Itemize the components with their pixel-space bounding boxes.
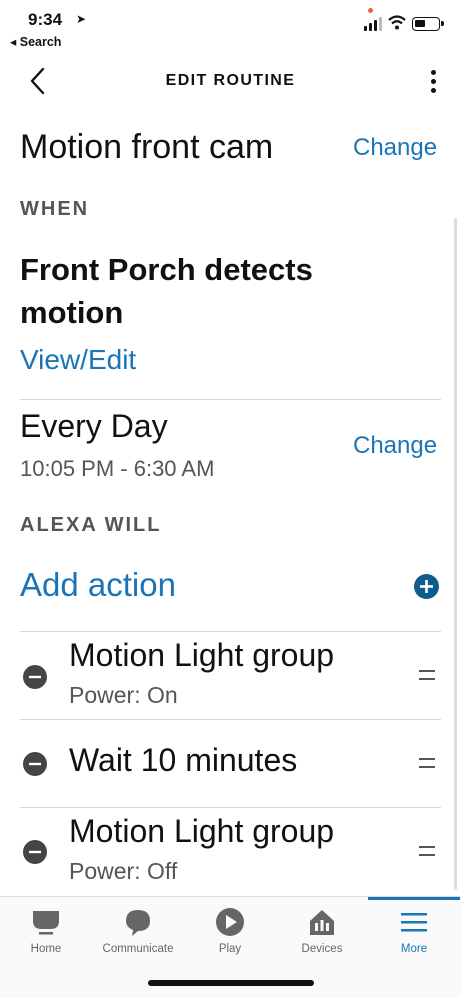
status-bar: 9:34 ➤ ◂ Search [0, 0, 461, 56]
schedule-time-range: 10:05 PM - 6:30 AM [20, 456, 215, 481]
menu-icon [401, 913, 427, 932]
battery-icon [412, 17, 444, 31]
camera-indicator-icon [368, 8, 373, 13]
divider [20, 631, 441, 632]
chat-bubble-icon [126, 910, 150, 936]
tab-communicate[interactable]: Communicate [92, 897, 184, 967]
scrollbar[interactable] [454, 218, 457, 890]
routine-name: Motion front cam [20, 128, 274, 166]
action-subtitle: Power: Off [69, 858, 178, 884]
cellular-signal-icon [364, 17, 382, 31]
schedule-label: Every Day [20, 408, 168, 444]
active-tab-indicator [368, 897, 460, 900]
view-edit-trigger-link[interactable]: View/Edit [20, 344, 136, 376]
tab-label: More [400, 943, 428, 955]
action-title: Wait 10 minutes [69, 742, 298, 778]
play-icon [216, 908, 244, 936]
tab-label: Devices [301, 943, 343, 955]
home-indicator[interactable] [148, 980, 314, 986]
status-time: 9:34 [28, 10, 63, 29]
devices-icon [310, 910, 334, 935]
back-to-app-link[interactable]: ◂ Search [10, 34, 61, 49]
location-arrow-icon: ➤ [76, 12, 87, 26]
remove-circle-icon[interactable] [23, 752, 47, 776]
change-schedule-button[interactable]: Change [353, 432, 437, 460]
tab-label: Communicate [102, 943, 174, 955]
drag-handle-icon[interactable] [419, 670, 435, 682]
remove-circle-icon[interactable] [23, 840, 47, 864]
when-heading: WHEN [20, 198, 90, 220]
home-icon [33, 911, 59, 935]
tab-label: Play [218, 943, 242, 955]
wifi-icon [388, 15, 406, 30]
tab-home[interactable]: Home [0, 897, 92, 967]
change-name-button[interactable]: Change [353, 134, 437, 162]
action-title: Motion Light group [69, 637, 335, 673]
trigger-description: Front Porch detects motion [20, 252, 313, 330]
alexa-will-heading: ALEXA WILL [20, 514, 162, 536]
divider [20, 719, 441, 720]
tab-more[interactable]: More [368, 897, 460, 967]
tab-devices[interactable]: Devices [276, 897, 368, 967]
action-subtitle: Power: On [69, 682, 178, 708]
divider [20, 399, 441, 400]
remove-circle-icon[interactable] [23, 665, 47, 689]
action-title: Motion Light group [69, 813, 335, 849]
page-title: EDIT ROUTINE [165, 72, 296, 89]
add-circle-icon[interactable] [414, 574, 439, 599]
add-action-button[interactable]: Add action [20, 566, 176, 604]
tab-play[interactable]: Play [184, 897, 276, 967]
drag-handle-icon[interactable] [419, 846, 435, 858]
divider [20, 807, 441, 808]
more-options-icon[interactable] [426, 68, 442, 96]
tab-label: Home [30, 943, 62, 955]
drag-handle-icon[interactable] [419, 758, 435, 770]
